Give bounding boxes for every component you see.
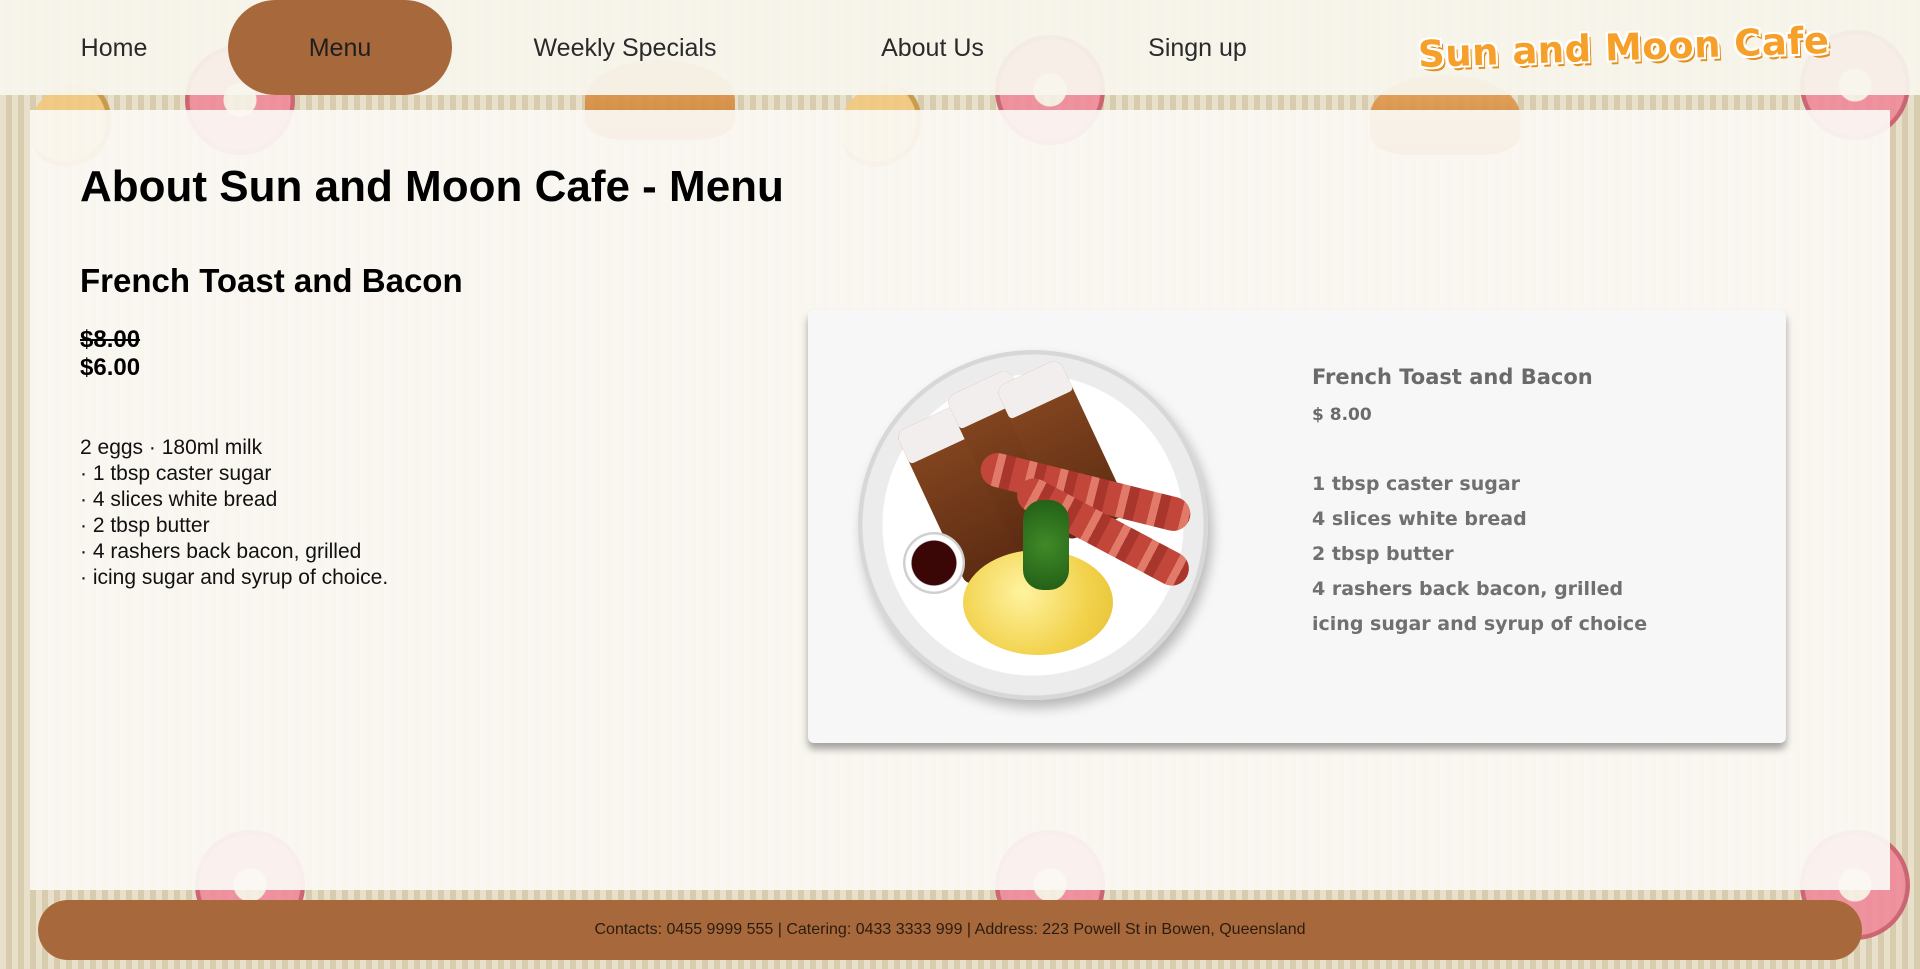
card-title: French Toast and Bacon [1312,365,1593,389]
ingredient-item: · 4 slices white bread [80,488,278,511]
ingredient-list: 2 eggs · 180ml milk · 1 tbsp caster suga… [80,435,388,591]
original-price: $8.00 [80,326,141,353]
card-ingredient-item: 4 slices white bread [1312,508,1527,530]
card-ingredient-list: 1 tbsp caster sugar 4 slices white bread… [1312,467,1732,642]
card-ingredient-item: 4 rashers back bacon, grilled [1312,578,1624,600]
nav-item-home[interactable]: Home [50,0,178,95]
card-details: French Toast and Bacon $ 8.00 1 tbsp cas… [1312,365,1732,642]
footer-contact-text: Contacts: 0455 9999 555 | Catering: 0433… [594,921,1306,938]
nav-item-menu[interactable]: Menu [228,0,452,95]
parsley-garnish [1023,500,1069,590]
ingredient-item: · 1 tbsp caster sugar [80,462,272,485]
syrup-cup [903,532,965,594]
card-ingredient-item: icing sugar and syrup of choice [1312,613,1648,635]
card-ingredient-item: 2 tbsp butter [1312,543,1454,565]
nav-item-sign-up[interactable]: Singn up [1135,0,1260,95]
ingredient-item: · icing sugar and syrup of choice. [80,566,389,589]
ingredient-item: 2 eggs · 180ml milk [80,436,263,459]
ingredient-item: · 4 rashers back bacon, grilled [80,540,362,563]
card-price: $ 8.00 [1312,405,1372,425]
nav-item-weekly-specials[interactable]: Weekly Specials [505,0,745,95]
footer-contact-bar: Contacts: 0455 9999 555 | Catering: 0433… [38,900,1862,960]
dish-title: French Toast and Bacon [80,262,463,299]
sale-price: $6.00 [80,354,141,381]
card-ingredient-item: 1 tbsp caster sugar [1312,473,1521,495]
cafe-logo[interactable]: Sun and Moon Cafe [1417,19,1830,76]
nav-item-about-us[interactable]: About Us [855,0,1010,95]
page-title: About Sun and Moon Cafe - Menu [80,162,784,211]
food-image [858,350,1208,700]
menu-item-card[interactable]: French Toast and Bacon $ 8.00 1 tbsp cas… [808,310,1786,743]
top-navigation-bar: Home Menu Weekly Specials About Us Singn… [0,0,1920,95]
content-panel: About Sun and Moon Cafe - Menu French To… [30,110,1890,890]
ingredient-item: · 2 tbsp butter [80,514,210,537]
